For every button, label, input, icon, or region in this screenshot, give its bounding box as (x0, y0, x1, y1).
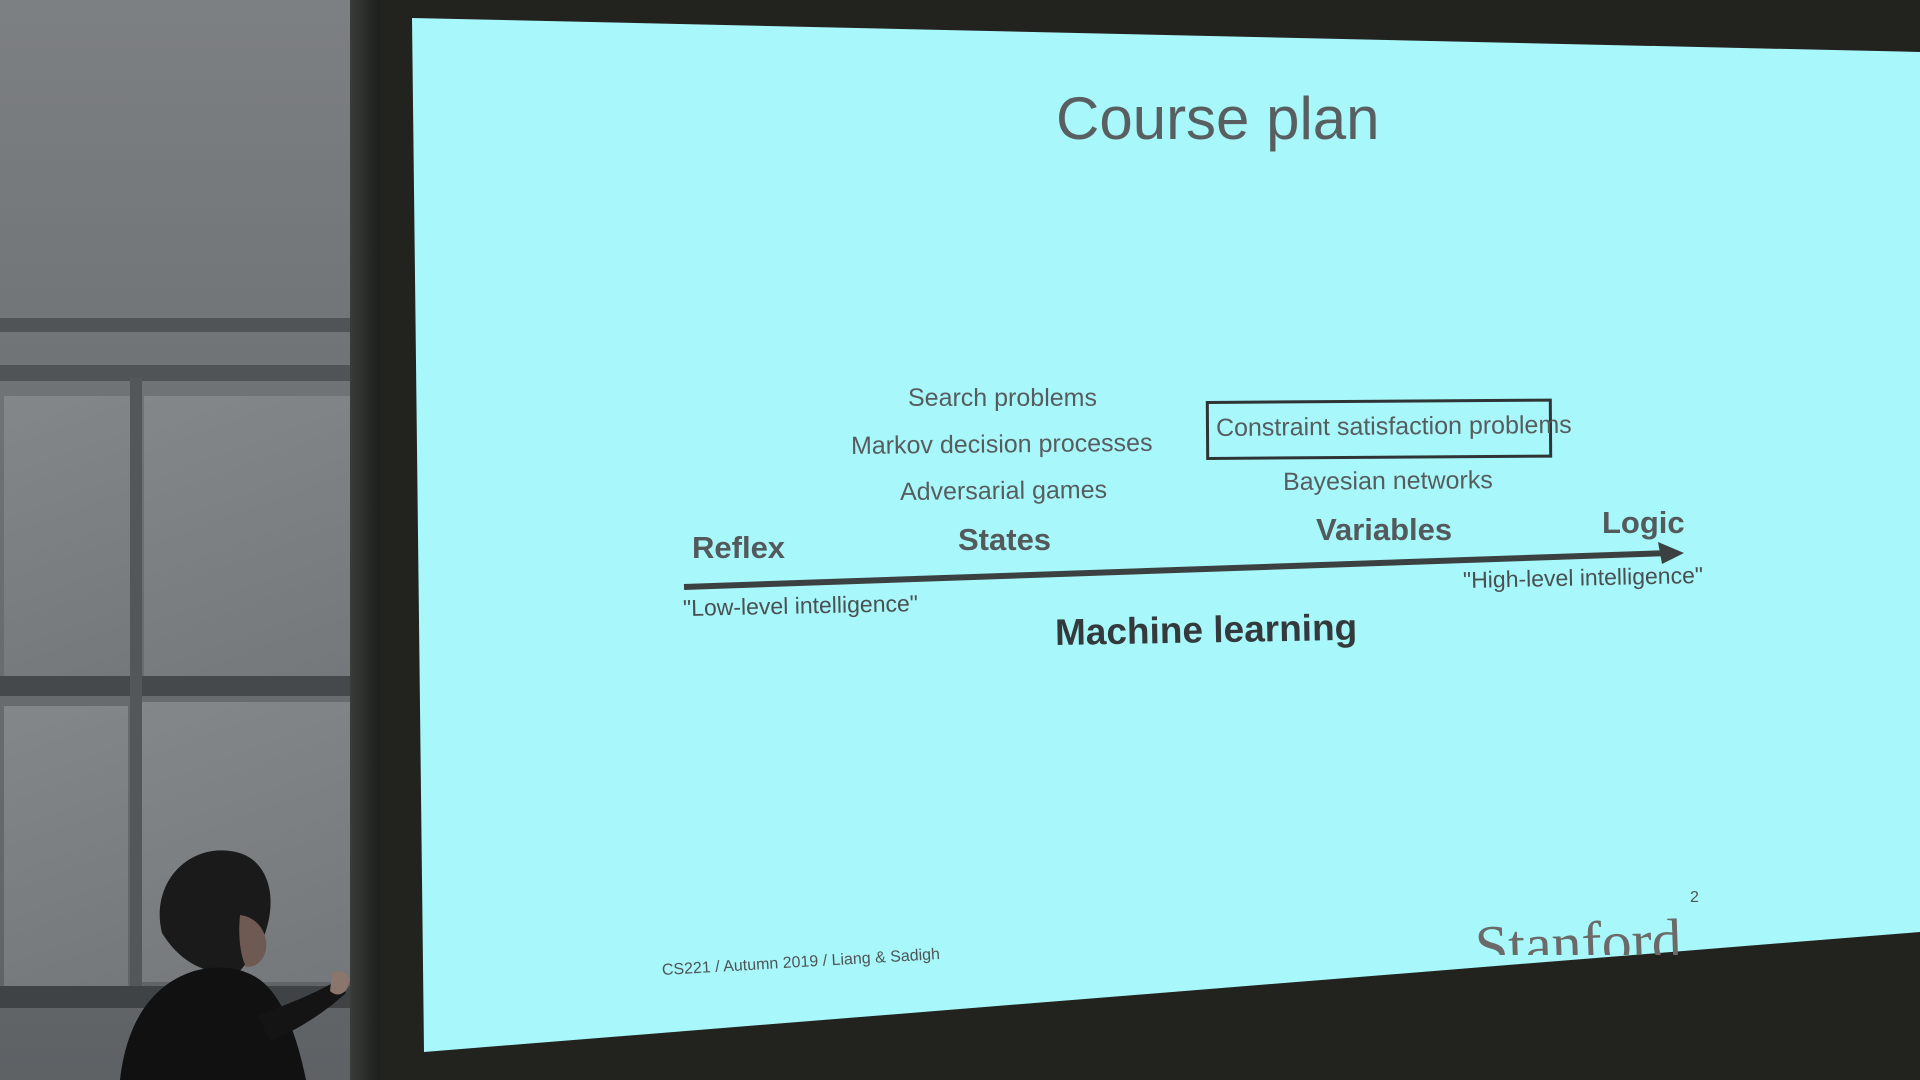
machine-learning-label: Machine learning (1054, 606, 1358, 653)
axis-label-logic: Logic (1602, 505, 1685, 540)
topic-search-problems: Search problems (908, 384, 1097, 412)
axis-label-variables: Variables (1316, 512, 1453, 547)
topic-constraint-satisfaction-problems: Constraint satisfaction problems (1215, 410, 1572, 442)
slide-title: Course plan (1056, 85, 1380, 152)
low-level-intelligence-label: "Low-level intelligence" (682, 590, 919, 621)
high-level-intelligence-label: "High-level intelligence" (1462, 561, 1704, 593)
topic-markov-decision-processes: Markov decision processes (850, 428, 1153, 460)
lecture-room: Course plan Search problems Markov decis… (0, 0, 1920, 1080)
topic-adversarial-games: Adversarial games (899, 475, 1108, 506)
axis-label-states: States (958, 522, 1052, 557)
stanford-logo: Stanford (1470, 905, 1730, 955)
stanford-logo-text: Stanford (1473, 906, 1683, 955)
topic-bayesian-networks: Bayesian networks (1282, 466, 1493, 496)
presenter-hand (330, 970, 349, 995)
axis-label-reflex: Reflex (692, 530, 786, 565)
presenter (120, 850, 349, 1080)
